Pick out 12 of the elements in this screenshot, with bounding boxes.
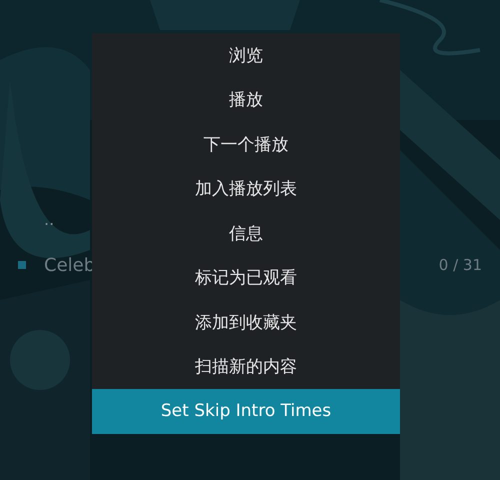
menu-item[interactable]: 添加到收藏夹 [92, 300, 400, 344]
watched-count: 0 / 31 [438, 256, 482, 274]
menu-item[interactable]: 加入播放列表 [92, 166, 400, 211]
parent-folder-label[interactable]: .. [18, 210, 54, 228]
bullet-icon [18, 261, 26, 269]
menu-item[interactable]: 信息 [92, 211, 400, 256]
menu-item[interactable]: 浏览 [92, 33, 400, 78]
menu-item[interactable]: Set Skip Intro Times [92, 389, 400, 434]
menu-item[interactable]: 扫描新的内容 [92, 344, 400, 389]
menu-item[interactable]: 下一个播放 [92, 122, 400, 166]
menu-item[interactable]: 播放 [92, 78, 400, 122]
menu-item[interactable]: 标记为已观看 [92, 256, 400, 300]
